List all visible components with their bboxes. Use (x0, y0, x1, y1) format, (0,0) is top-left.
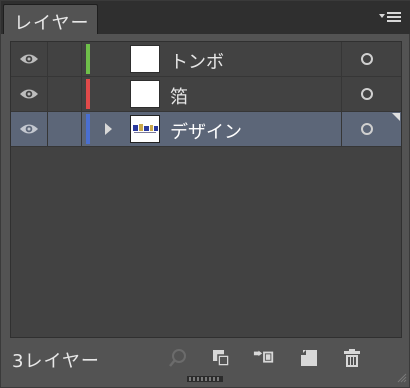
panel-tab-bar: レイヤー (1, 1, 410, 34)
design-thumbnail-icon (131, 116, 159, 142)
locate-object-icon[interactable] (167, 347, 189, 369)
lock-toggle[interactable] (48, 77, 82, 111)
expand-arrow-icon[interactable] (105, 123, 112, 135)
layer-count: 3レイヤー (12, 351, 100, 372)
tab-layers[interactable]: レイヤー (3, 4, 98, 34)
layer-thumbnail (130, 80, 160, 108)
layer-row-design[interactable]: デザイン (11, 112, 401, 147)
layer-color-indicator (86, 44, 90, 74)
target-circle-icon (361, 88, 373, 100)
create-sublayer-icon[interactable] (253, 347, 275, 369)
visibility-toggle[interactable] (11, 77, 48, 111)
eye-icon (20, 54, 38, 64)
target-circle-icon (361, 123, 373, 135)
tab-layers-label: レイヤー (14, 13, 90, 34)
panel-menu-icon[interactable] (375, 7, 405, 29)
layer-name[interactable]: デザイン (170, 118, 242, 144)
corner-resize-icon[interactable] (395, 371, 407, 383)
selection-indicator-icon[interactable] (392, 113, 400, 121)
layer-thumbnail (130, 45, 160, 73)
layers-panel: レイヤー トンボ 箔 デザイン 3レイヤー (0, 0, 410, 388)
panel-footer: 3レイヤー (1, 339, 410, 379)
layer-list: トンボ 箔 デザイン (10, 41, 402, 338)
target-toggle[interactable] (341, 77, 401, 111)
layer-row-foil[interactable]: 箔 (11, 77, 401, 112)
layer-name[interactable]: トンボ (170, 48, 224, 74)
target-toggle[interactable] (341, 42, 401, 76)
visibility-toggle[interactable] (11, 112, 48, 146)
lock-toggle[interactable] (48, 42, 82, 76)
visibility-toggle[interactable] (11, 42, 48, 76)
lock-toggle[interactable] (48, 112, 82, 146)
resize-grip-icon[interactable] (187, 376, 223, 382)
delete-layer-icon[interactable] (341, 347, 363, 369)
layer-color-indicator (86, 79, 90, 109)
make-clipping-mask-icon[interactable] (210, 347, 232, 369)
eye-icon (20, 89, 38, 99)
layer-name[interactable]: 箔 (170, 83, 188, 109)
create-new-layer-icon[interactable] (298, 347, 320, 369)
layer-thumbnail (130, 115, 160, 143)
layer-color-indicator (86, 114, 90, 144)
layer-row-tombo[interactable]: トンボ (11, 42, 401, 77)
eye-icon (20, 124, 38, 134)
target-circle-icon (361, 53, 373, 65)
